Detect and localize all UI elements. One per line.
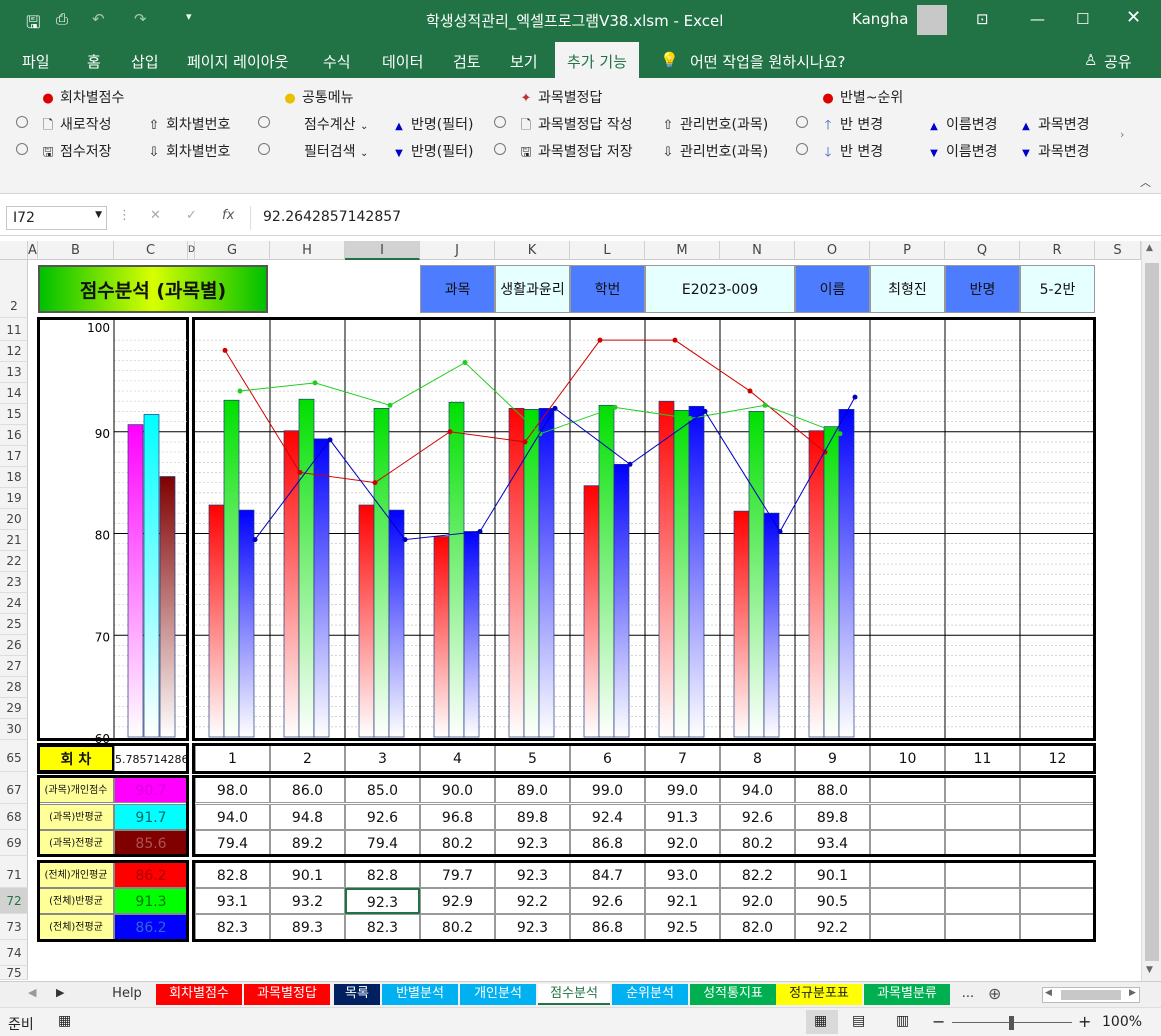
bar xyxy=(763,512,780,738)
sheet-tab[interactable]: 성적통지표 xyxy=(690,984,776,1005)
y-axis-tick-label: 60 xyxy=(95,732,110,746)
bar xyxy=(538,407,555,738)
sheet-tab[interactable]: ... xyxy=(954,984,982,1005)
sheet-tab[interactable]: 순위분석 xyxy=(612,984,688,1005)
zoom-thumb[interactable] xyxy=(1009,1016,1014,1030)
sheet-tab[interactable]: Help xyxy=(104,984,150,1005)
add-sheet-icon[interactable]: ⊕ xyxy=(988,984,1001,1003)
bar xyxy=(808,430,825,738)
normal-view-icon: ▦ xyxy=(814,1013,828,1029)
line-point xyxy=(522,439,528,445)
bar xyxy=(448,401,465,738)
scroll-up-icon[interactable]: ▲ xyxy=(1146,243,1153,253)
scroll-thumb[interactable] xyxy=(1061,990,1121,1000)
line-point xyxy=(747,388,753,394)
prev-sheet-icon[interactable]: ◀ xyxy=(28,986,36,999)
bar xyxy=(658,400,675,738)
bar xyxy=(613,463,630,738)
line-point xyxy=(252,537,258,543)
bar xyxy=(523,409,540,738)
summary-bar xyxy=(127,424,144,738)
bar xyxy=(748,411,765,738)
summary-bar xyxy=(159,476,176,738)
line-point xyxy=(372,480,378,486)
bar xyxy=(388,509,405,738)
y-axis-tick-label: 90 xyxy=(95,427,110,441)
line-point xyxy=(237,388,243,394)
line-point xyxy=(312,380,318,386)
line-point xyxy=(222,347,228,353)
scroll-left-icon[interactable]: ◀ xyxy=(1045,988,1052,998)
bar xyxy=(463,531,480,738)
vertical-scrollbar[interactable]: ▲ ▼ xyxy=(1141,241,1161,981)
bar xyxy=(373,407,390,738)
sheet-tab[interactable]: 목록 xyxy=(334,984,380,1005)
line-point xyxy=(852,394,858,400)
sheet-tab[interactable]: 과목별분류 xyxy=(864,984,950,1005)
line-point xyxy=(387,402,393,408)
bar xyxy=(838,409,855,738)
line-point xyxy=(597,337,603,343)
bar xyxy=(583,485,600,738)
sheet-tab[interactable]: 개인분석 xyxy=(460,984,536,1005)
y-axis-tick-label: 80 xyxy=(95,529,110,543)
bar xyxy=(688,405,705,738)
page-break-icon[interactable]: ▥ xyxy=(896,1013,909,1029)
line-point xyxy=(702,408,708,414)
bar xyxy=(433,536,450,738)
scroll-thumb[interactable] xyxy=(1145,263,1159,961)
line-point xyxy=(477,528,483,534)
line-point xyxy=(402,537,408,543)
line-point xyxy=(762,402,768,408)
bar xyxy=(673,410,690,738)
zoom-in-icon[interactable]: + xyxy=(1078,1012,1091,1031)
bar xyxy=(238,509,255,738)
chart-layer: 100 90 80 70 60 xyxy=(87,320,1093,746)
y-axis-tick-label: 70 xyxy=(95,630,110,644)
next-sheet-icon[interactable]: ▶ xyxy=(56,986,64,999)
bar xyxy=(208,504,225,738)
line-point xyxy=(777,528,783,534)
y-axis-tick-label: 100 xyxy=(87,321,110,335)
bar xyxy=(298,398,315,738)
bar xyxy=(223,399,240,738)
sheet-tab[interactable]: 회차별점수 xyxy=(156,984,242,1005)
bar xyxy=(358,504,375,738)
summary-bar xyxy=(143,414,160,738)
page-layout-icon[interactable]: ▤ xyxy=(852,1013,865,1029)
bar xyxy=(313,438,330,738)
status-ready: 준비 xyxy=(8,1017,34,1033)
line-point xyxy=(447,429,453,435)
bar xyxy=(283,430,300,738)
line-point xyxy=(552,405,558,411)
zoom-out-icon[interactable]: − xyxy=(932,1012,945,1031)
sheet-tabs-bar: ◀ ▶ Help 회차별점수 과목별정답 목록 반별분석 개인분석 점수분석 순위분석 성적통지… xyxy=(0,981,1161,1007)
zoom-level[interactable]: 100% xyxy=(1102,1014,1142,1030)
status-bar: 준비 ▦ ▦ ▤ ▥ − + 100% xyxy=(0,1007,1161,1036)
line-point xyxy=(462,360,468,366)
scroll-down-icon[interactable]: ▼ xyxy=(1146,965,1153,975)
bar xyxy=(823,426,840,738)
macro-record-icon[interactable]: ▦ xyxy=(58,1013,71,1029)
sheet-tab[interactable]: 점수분석 xyxy=(538,984,610,1005)
line-point xyxy=(837,431,843,437)
bar xyxy=(508,407,525,738)
sheet-tab[interactable]: 반별분석 xyxy=(382,984,458,1005)
bar xyxy=(733,510,750,738)
line-point xyxy=(627,461,633,467)
line-point xyxy=(327,437,333,443)
sheet-tab[interactable]: 과목별정답 xyxy=(244,984,330,1005)
horizontal-scrollbar[interactable]: ◀ ▶ xyxy=(1042,987,1140,1003)
line-point xyxy=(297,469,303,475)
line-point xyxy=(672,337,678,343)
sheet-tab[interactable]: 정규분포표 xyxy=(776,984,862,1005)
scroll-right-icon[interactable]: ▶ xyxy=(1129,988,1136,998)
line-point xyxy=(612,404,618,410)
bar xyxy=(598,404,615,738)
